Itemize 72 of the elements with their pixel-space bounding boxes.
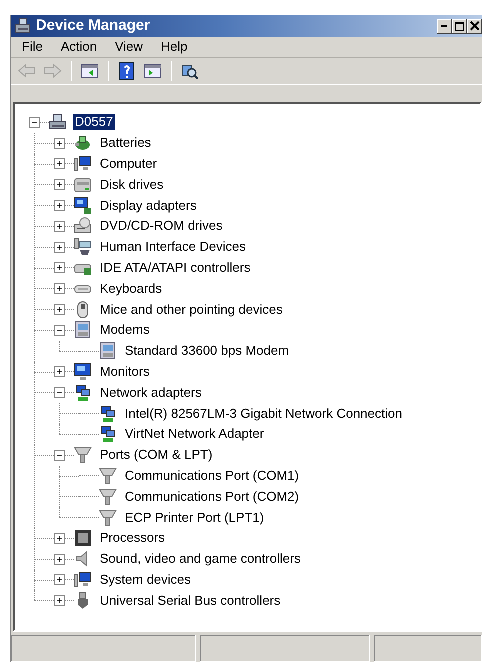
tree-item[interactable]: Modems — [98, 322, 152, 338]
tree-item[interactable]: Network adapters — [98, 384, 204, 401]
maximize-button[interactable] — [452, 18, 467, 34]
minimize-icon — [441, 25, 448, 27]
tree-item[interactable]: ECP Printer Port (LPT1) — [123, 510, 266, 526]
maximize-icon — [454, 20, 465, 32]
expand-icon[interactable] — [54, 283, 65, 294]
close-button[interactable] — [467, 18, 482, 34]
battery-icon — [74, 134, 92, 152]
network-adapter-icon — [74, 384, 92, 402]
tree-item[interactable]: Universal Serial Bus controllers — [98, 592, 283, 609]
computer-icon — [74, 570, 92, 589]
expand-icon[interactable] — [54, 574, 65, 586]
close-icon — [470, 21, 480, 31]
window-title: Device Manager — [36, 16, 150, 36]
modem-icon — [74, 321, 92, 340]
minimize-button[interactable] — [437, 18, 452, 34]
tree-item[interactable]: Communications Port (COM2) — [123, 488, 302, 505]
tree-item[interactable]: System devices — [98, 572, 194, 588]
menu-item[interactable]: File — [13, 37, 52, 57]
tree-item[interactable]: Disk drives — [98, 176, 166, 193]
tree-item[interactable]: IDE ATA/ATAPI controllers — [98, 260, 253, 276]
expand-icon[interactable] — [54, 138, 65, 149]
tree-item[interactable]: DVD/CD-ROM drives — [98, 218, 225, 234]
expand-icon[interactable] — [54, 220, 65, 232]
menu-item[interactable]: Action — [52, 37, 106, 57]
computer-icon — [14, 18, 32, 34]
collapse-icon[interactable] — [54, 450, 65, 461]
tree-item[interactable]: Computer — [98, 156, 160, 172]
disk-drive-icon — [74, 176, 92, 194]
computer-icon — [74, 154, 92, 173]
tree-item[interactable]: Processors — [98, 530, 168, 546]
expand-icon[interactable] — [54, 595, 65, 606]
tree-item[interactable]: Monitors — [98, 364, 152, 380]
display-icon — [74, 196, 92, 215]
tree-item[interactable]: Batteries — [98, 135, 154, 152]
tree-item[interactable]: Standard 33600 bps Modem — [123, 343, 292, 360]
expand-icon[interactable] — [54, 304, 65, 316]
expand-icon[interactable] — [54, 242, 65, 253]
expand-icon[interactable] — [54, 158, 65, 170]
menu-item[interactable]: Help — [152, 37, 197, 57]
tree-item[interactable]: Communications Port (COM1) — [123, 468, 302, 484]
monitor-icon — [74, 362, 92, 381]
port-connector-icon — [74, 446, 92, 464]
processor-chip-icon — [74, 529, 92, 548]
expand-icon[interactable] — [54, 532, 65, 544]
collapse-icon[interactable] — [54, 387, 65, 398]
tree-item[interactable]: Sound, video and game controllers — [98, 551, 303, 568]
expand-icon[interactable] — [54, 366, 65, 378]
expand-icon[interactable] — [54, 554, 65, 565]
tree-item[interactable]: Ports (COM & LPT) — [98, 447, 215, 464]
expand-icon[interactable] — [54, 179, 65, 190]
tree-item[interactable]: D0557 — [73, 114, 116, 130]
tree-item[interactable]: Intel(R) 82567LM-3 Gigabit Network Connection — [123, 406, 404, 422]
network-adapter-icon — [99, 404, 117, 423]
port-connector-icon — [99, 508, 117, 527]
modem-icon — [99, 342, 117, 360]
expand-icon[interactable] — [54, 200, 65, 212]
tree-item[interactable]: Keyboards — [98, 280, 164, 297]
menu-item[interactable]: View — [106, 37, 152, 57]
collapse-icon[interactable] — [29, 116, 40, 128]
tree-item[interactable]: VirtNet Network Adapter — [123, 426, 266, 442]
port-connector-icon — [99, 466, 117, 485]
network-adapter-icon — [99, 425, 117, 444]
expand-icon[interactable] — [54, 262, 65, 274]
optical-drive-icon — [74, 217, 92, 236]
tree-item[interactable]: Display adapters — [98, 198, 199, 214]
computer-icon — [49, 113, 67, 132]
port-connector-icon — [99, 488, 117, 506]
collapse-icon[interactable] — [54, 324, 65, 336]
tree-item[interactable]: Human Interface Devices — [98, 239, 248, 256]
tree-item[interactable]: Mice and other pointing devices — [98, 302, 285, 318]
